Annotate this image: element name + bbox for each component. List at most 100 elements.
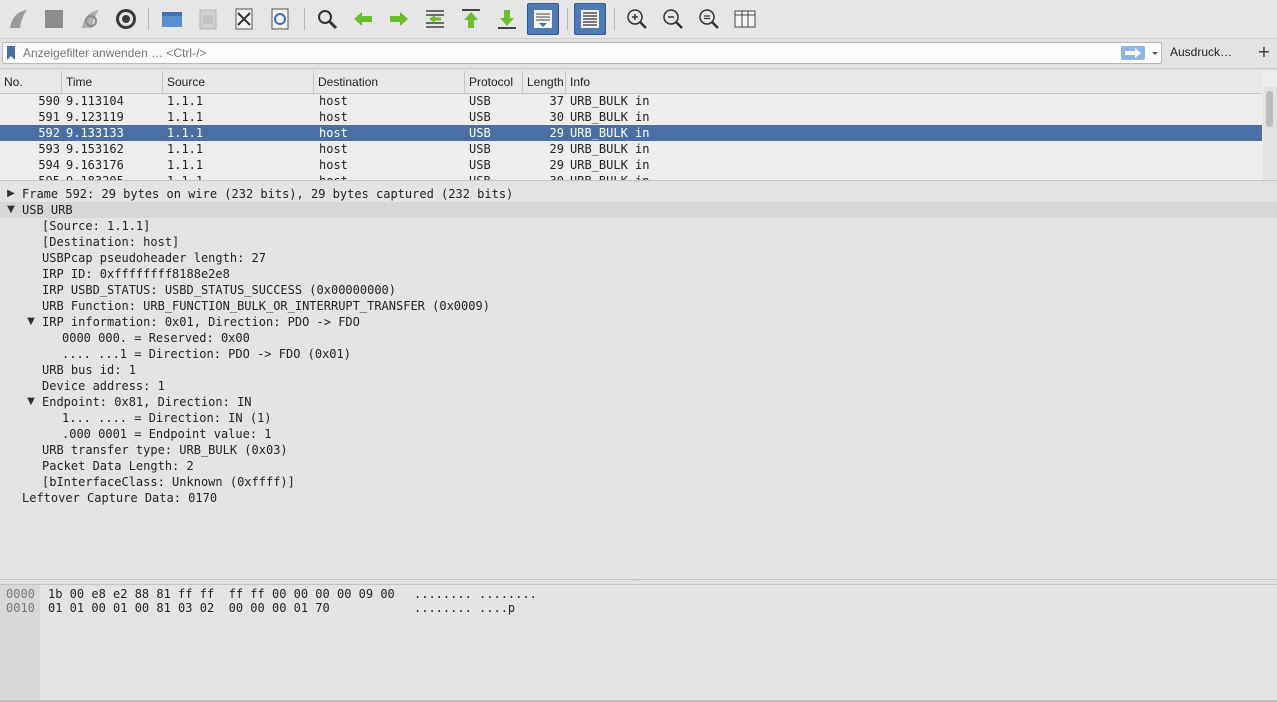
packet-cell-length: 29	[549, 126, 564, 140]
detail-tree-item[interactable]: ▶ Frame 592: 29 bytes on wire (232 bits),…	[0, 186, 1277, 202]
resize-columns-button[interactable]	[729, 3, 761, 35]
find-packet-button[interactable]	[311, 3, 343, 35]
packet-row[interactable]: 594 9.163176 1.1.1 host USB 29 URB_BULK in	[0, 157, 1262, 173]
detail-tree-item[interactable]: [Destination: host]	[0, 234, 1277, 250]
detail-tree-item[interactable]: ▼ Endpoint: 0x81, Direction: IN	[0, 394, 1277, 410]
detail-text: 0000 000. = Reserved: 0x00	[62, 331, 250, 345]
restart-capture-button[interactable]	[74, 3, 106, 35]
start-capture-icon	[10, 10, 27, 28]
detail-tree-item[interactable]: Device address: 1	[0, 378, 1277, 394]
detail-tree-item[interactable]: Leftover Capture Data: 0170	[0, 490, 1277, 506]
expanded-arrow-icon[interactable]: ▼	[26, 394, 36, 410]
bookmark-icon[interactable]	[6, 46, 16, 60]
zoom-normal-button[interactable]	[693, 3, 725, 35]
colorize-icon	[581, 10, 599, 28]
packet-cell-info: URB_BULK in	[570, 142, 650, 156]
detail-text: .000 0001 = Endpoint value: 1	[62, 427, 272, 441]
packet-cell-no: 591	[38, 110, 60, 124]
go-first-packet-button[interactable]	[455, 3, 487, 35]
detail-text: URB bus id: 1	[42, 363, 136, 377]
packet-row[interactable]: 591 9.123119 1.1.1 host USB 30 URB_BULK in	[0, 109, 1262, 125]
detail-text: [Source: 1.1.1]	[42, 219, 151, 233]
hex-offset: 0000	[6, 587, 35, 601]
packet-cell-protocol: USB	[469, 126, 491, 140]
column-header-no[interactable]: No.	[0, 71, 62, 93]
detail-text: URB Function: URB_FUNCTION_BULK_OR_INTER…	[42, 299, 490, 313]
detail-tree-item[interactable]: URB bus id: 1	[0, 362, 1277, 378]
chevron-down-icon[interactable]	[1149, 46, 1161, 60]
collapsed-arrow-icon[interactable]: ▶	[6, 186, 16, 202]
go-back-button[interactable]	[347, 3, 379, 35]
apply-filter-button[interactable]	[1121, 46, 1145, 60]
detail-tree-item[interactable]: 0000 000. = Reserved: 0x00	[0, 330, 1277, 346]
detail-tree-item[interactable]: [Source: 1.1.1]	[0, 218, 1277, 234]
close-file-button[interactable]	[228, 3, 260, 35]
detail-tree-item[interactable]: IRP ID: 0xffffffff8188e2e8	[0, 266, 1277, 282]
go-to-packet-button[interactable]	[419, 3, 451, 35]
hex-bytes: 1b 00 e8 e2 88 81 ff ff ff ff 00 00 00 0…	[48, 587, 395, 601]
zoom-out-icon	[663, 9, 683, 29]
packet-cell-source: 1.1.1	[167, 142, 204, 156]
display-filter-bar: Ausdruck… +	[0, 39, 1277, 69]
capture-options-button[interactable]	[110, 3, 142, 35]
reload-file-button[interactable]	[264, 3, 296, 35]
start-capture-button[interactable]	[2, 3, 34, 35]
detail-text: [Destination: host]	[42, 235, 180, 249]
expanded-arrow-icon[interactable]: ▼	[6, 202, 16, 218]
detail-text: 1... .... = Direction: IN (1)	[62, 411, 272, 425]
go-last-packet-button[interactable]	[491, 3, 523, 35]
packet-row-selected[interactable]: 592 9.133133 1.1.1 host USB 29 URB_BULK in	[0, 125, 1262, 141]
expanded-arrow-icon[interactable]: ▼	[26, 314, 36, 330]
auto-scroll-button[interactable]	[527, 3, 559, 35]
packet-cell-length: 30	[549, 110, 564, 124]
detail-tree-item[interactable]: 1... .... = Direction: IN (1)	[0, 410, 1277, 426]
detail-tree-item[interactable]: Packet Data Length: 2	[0, 458, 1277, 474]
scrollbar-thumb[interactable]	[1266, 91, 1273, 127]
detail-tree-item[interactable]: .... ...1 = Direction: PDO -> FDO (0x01)	[0, 346, 1277, 362]
detail-tree-item[interactable]: ▼ USB URB	[0, 202, 1277, 218]
packet-cell-no: 594	[38, 158, 60, 172]
go-forward-button[interactable]	[383, 3, 415, 35]
open-file-button[interactable]	[156, 3, 188, 35]
detail-text: USB URB	[22, 203, 73, 217]
save-file-button[interactable]	[192, 3, 224, 35]
detail-tree-item[interactable]: USBPcap pseudoheader length: 27	[0, 250, 1277, 266]
go-forward-icon	[390, 12, 408, 26]
detail-tree-item[interactable]: URB Function: URB_FUNCTION_BULK_OR_INTER…	[0, 298, 1277, 314]
detail-tree-item[interactable]: URB transfer type: URB_BULK (0x03)	[0, 442, 1277, 458]
packet-cell-source: 1.1.1	[167, 173, 313, 180]
packet-cell-no: 593	[38, 142, 60, 156]
detail-tree-item[interactable]: [bInterfaceClass: Unknown (0xffff)]	[0, 474, 1277, 490]
zoom-out-button[interactable]	[657, 3, 689, 35]
packet-cell-length: 37	[549, 94, 564, 108]
stop-capture-button[interactable]	[38, 3, 70, 35]
packet-cell-no: 595	[8, 173, 60, 180]
packet-cell-destination: host	[319, 110, 348, 124]
hex-row[interactable]: 0000 1b 00 e8 e2 88 81 ff ff ff ff 00 00 …	[0, 587, 1277, 601]
detail-tree-item[interactable]: ▼ IRP information: 0x01, Direction: PDO -…	[0, 314, 1277, 330]
packet-cell-time: 9.183205	[66, 173, 162, 180]
column-header-info[interactable]: Info	[566, 71, 1262, 93]
go-last-packet-icon	[498, 10, 516, 29]
go-back-icon	[354, 12, 372, 26]
packet-cell-length: 29	[549, 158, 564, 172]
packet-row[interactable]: 593 9.153162 1.1.1 host USB 29 URB_BULK in	[0, 141, 1262, 157]
display-filter-input[interactable]	[23, 43, 1103, 63]
zoom-in-button[interactable]	[621, 3, 653, 35]
detail-tree-item[interactable]: IRP USBD_STATUS: USBD_STATUS_SUCCESS (0x…	[0, 282, 1277, 298]
hex-row[interactable]: 0010 01 01 00 01 00 81 03 02 00 00 00 01 …	[0, 601, 1277, 615]
add-filter-button[interactable]: +	[1256, 42, 1272, 62]
column-header-length[interactable]: Length	[523, 71, 566, 93]
column-header-protocol[interactable]: Protocol	[465, 71, 523, 93]
packet-row[interactable]: 595 9.183205 1.1.1 host USB30 URB_BULK in	[0, 173, 1262, 180]
expression-button[interactable]: Ausdruck…	[1170, 45, 1232, 59]
column-header-destination[interactable]: Destination	[314, 71, 465, 93]
packet-bytes-pane: 0000 1b 00 e8 e2 88 81 ff ff ff ff 00 00 …	[0, 584, 1277, 701]
column-header-time[interactable]: Time	[62, 71, 163, 93]
packet-row[interactable]: 590 9.113104 1.1.1 host USB 37 URB_BULK in	[0, 93, 1262, 109]
packet-cell-time: 9.133133	[66, 126, 124, 140]
column-header-source[interactable]: Source	[163, 71, 314, 93]
packet-list-scrollbar[interactable]	[1263, 87, 1277, 180]
detail-tree-item[interactable]: .000 0001 = Endpoint value: 1	[0, 426, 1277, 442]
colorize-button[interactable]	[574, 3, 606, 35]
